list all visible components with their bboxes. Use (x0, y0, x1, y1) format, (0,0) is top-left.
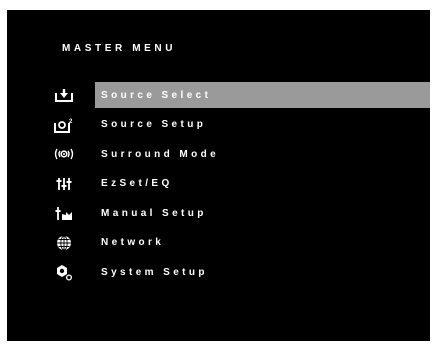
svg-text:2: 2 (69, 119, 73, 125)
menu-item-label: Source Setup (101, 119, 207, 130)
menu-item-manual-setup[interactable]: Manual Setup (49, 200, 430, 226)
menu-item-label: System Setup (101, 266, 208, 278)
menu-item-network[interactable]: Network (49, 230, 430, 256)
menu-item-label-box: Source Select (95, 82, 430, 108)
menu-item-label-box: Network (95, 230, 430, 256)
menu-item-system-setup[interactable]: System Setup (49, 259, 430, 285)
source-setup-icon: 2 (49, 112, 79, 138)
menu-item-label-box: EzSet/EQ (95, 171, 430, 197)
menu-item-label-box: System Setup (95, 259, 430, 285)
menu-item-label: Source Select (101, 89, 212, 101)
menu-item-surround-mode[interactable]: Surround Mode (49, 141, 430, 167)
manual-setup-icon (49, 200, 79, 226)
menu-item-label-box: Source Setup (95, 112, 430, 138)
menu-item-label: EzSet/EQ (101, 178, 173, 189)
menu-item-ezset-eq[interactable]: EzSet/EQ (49, 171, 430, 197)
menu-item-label: Manual Setup (101, 207, 207, 219)
menu-item-source-setup[interactable]: 2 Source Setup (49, 112, 430, 138)
menu-title: MASTER MENU (62, 43, 177, 54)
menu-item-label: Surround Mode (101, 148, 220, 160)
menu-item-label: Network (101, 237, 165, 248)
surround-mode-icon (49, 141, 79, 167)
source-select-icon (49, 82, 79, 108)
ezset-eq-icon (49, 171, 79, 197)
master-menu-screen: MASTER MENU Source Select 2 Source Setup… (7, 10, 430, 341)
network-icon (49, 230, 79, 256)
menu-item-label-box: Surround Mode (95, 141, 430, 167)
menu-list: Source Select 2 Source Setup Surround Mo… (49, 82, 430, 289)
menu-item-source-select[interactable]: Source Select (49, 82, 430, 108)
system-setup-icon (49, 259, 79, 285)
menu-item-label-box: Manual Setup (95, 200, 430, 226)
